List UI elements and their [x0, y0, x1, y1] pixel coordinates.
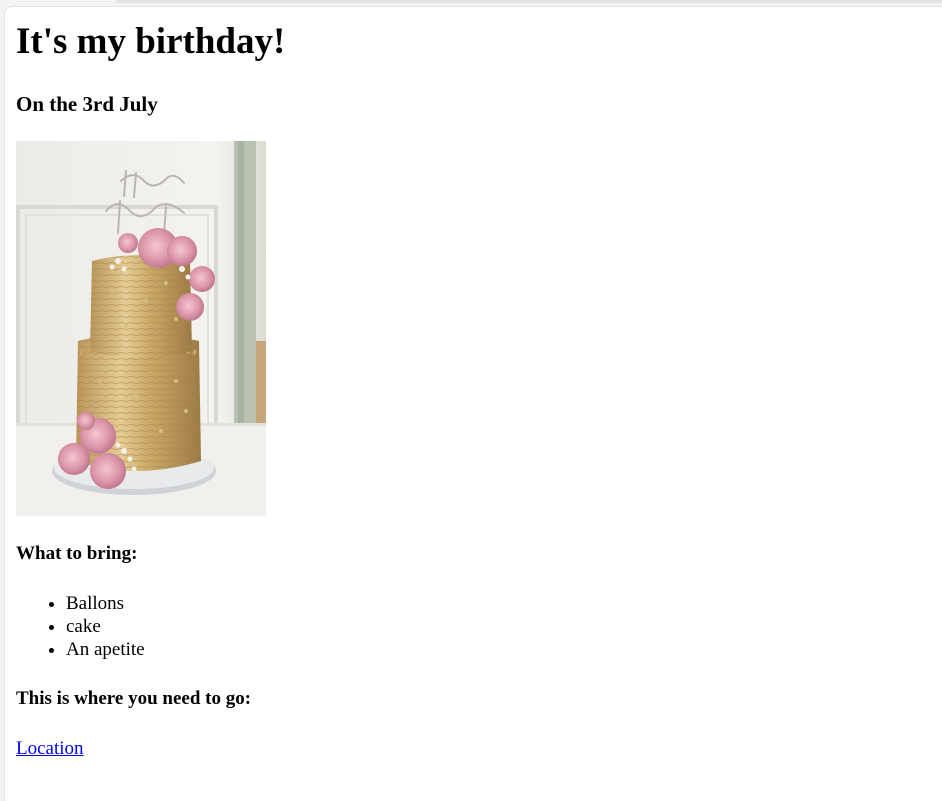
event-date: On the 3rd July — [16, 92, 158, 116]
where-to-go-heading: This is where you need to go: — [16, 688, 252, 709]
birthday-cake-image — [16, 141, 266, 516]
list-item: An apetite — [66, 638, 145, 661]
location-link[interactable]: Location — [16, 738, 84, 760]
list-item: cake — [66, 615, 145, 638]
page-viewport: It's my birthday! On the 3rd July What t… — [4, 6, 942, 801]
page-title: It's my birthday! — [16, 21, 286, 62]
what-to-bring-heading: What to bring: — [16, 543, 138, 564]
browser-top-edge — [116, 0, 942, 3]
list-item: Ballons — [66, 592, 145, 615]
bring-list: Ballons cake An apetite — [16, 592, 145, 661]
